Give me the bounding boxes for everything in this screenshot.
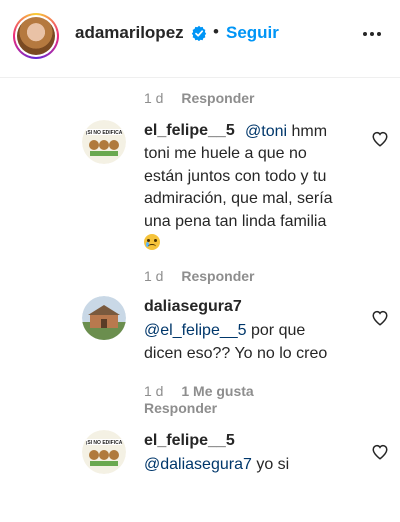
like-heart-icon[interactable] <box>371 130 389 148</box>
comment-time: 1 d <box>144 383 164 399</box>
avatar-caption: ¡SI NO EDIFICA <box>86 440 123 446</box>
reply-button[interactable]: Responder <box>181 90 254 106</box>
avatar-caption: ¡SI NO EDIFICA <box>86 130 123 136</box>
comment-meta: 1 d Responder <box>144 268 254 284</box>
commenter-avatar[interactable]: ¡SI NO EDIFICA <box>82 430 126 474</box>
header-username[interactable]: adamarilopez <box>75 23 184 43</box>
comment-username[interactable]: el_felipe__5 <box>144 432 235 450</box>
comment-text: toni me huele a que no están juntos con … <box>144 143 333 256</box>
reply-button[interactable]: Responder <box>181 268 254 284</box>
previous-comment-meta: 1 d Responder <box>144 90 254 106</box>
like-heart-icon[interactable] <box>371 309 389 327</box>
post-header: adamarilopez • Seguir <box>0 0 400 78</box>
commenter-avatar[interactable] <box>82 296 126 340</box>
avatar-image: ¡SI NO EDIFICA <box>82 430 126 474</box>
comment-mention[interactable]: @el_felipe__5 <box>144 322 247 339</box>
profile-avatar[interactable] <box>13 13 59 59</box>
comment-text: @daliasegura7 yo si <box>144 456 290 473</box>
likes-count[interactable]: 1 Me gusta <box>181 383 253 399</box>
avatar-image: ¡SI NO EDIFICA <box>82 120 126 164</box>
follow-button[interactable]: Seguir <box>226 23 279 43</box>
crying-face-emoji <box>144 234 160 250</box>
verified-badge-icon <box>191 25 207 41</box>
comment-mention[interactable]: @daliasegura7 <box>144 456 252 473</box>
comment-time: 1 d <box>144 90 164 106</box>
comment-username[interactable]: el_felipe__5 <box>144 122 235 140</box>
header-separator: • <box>213 22 219 41</box>
comment-meta: 1 d 1 Me gusta <box>144 383 254 399</box>
comment-mention[interactable]: @toni hmm <box>245 121 327 144</box>
avatar-image <box>82 296 126 340</box>
avatar-image <box>17 17 55 55</box>
comment-text: @el_felipe__5 por que dicen eso?? Yo no … <box>144 322 328 362</box>
like-heart-icon[interactable] <box>371 443 389 461</box>
commenter-avatar[interactable]: ¡SI NO EDIFICA <box>82 120 126 164</box>
reply-button[interactable]: Responder <box>144 400 217 416</box>
more-options-icon[interactable] <box>360 22 384 46</box>
comment-username[interactable]: daliasegura7 <box>144 298 242 316</box>
comment-time: 1 d <box>144 268 164 284</box>
